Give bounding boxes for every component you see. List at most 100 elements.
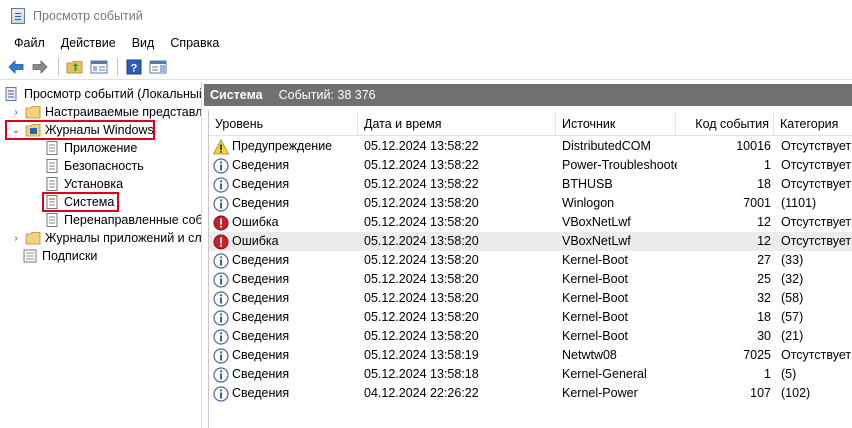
tree-item-subscriptions[interactable]: Подписки (22, 247, 97, 265)
pane-header: Система Событий: 38 376 (204, 84, 852, 106)
event-viewer-icon (5, 87, 17, 101)
tree-item-custom-views[interactable]: › Настраиваемые представления (10, 103, 202, 121)
tree-item-application[interactable]: Приложение (44, 139, 137, 157)
log-icon (46, 213, 58, 227)
table-row[interactable]: Сведения 05.12.2024 13:58:20 Kernel-Boot 27… (209, 251, 852, 270)
cell-category: (21) (781, 329, 804, 343)
show-hide-tree-icon (90, 60, 108, 73)
table-row[interactable]: Сведения 05.12.2024 13:58:20 Kernel-Boot 30… (209, 327, 852, 346)
column-header-level[interactable]: Уровень (209, 112, 358, 136)
log-icon (46, 159, 58, 173)
info-icon (213, 157, 229, 174)
table-row[interactable]: Сведения 05.12.2024 13:58:18 Kernel-Genera… (209, 365, 852, 384)
table-row[interactable]: Ошибка 05.12.2024 13:58:20 VBoxNetLwf 12 Отс… (209, 232, 852, 251)
forward-button[interactable] (29, 56, 51, 78)
tree-item-security[interactable]: Безопасность (44, 157, 144, 175)
info-icon (213, 366, 229, 383)
table-row[interactable]: Сведения 05.12.2024 13:58:20 Kernel-Boot 18… (209, 308, 852, 327)
menu-file[interactable]: Файл (6, 36, 53, 50)
info-icon (213, 347, 229, 364)
info-icon (213, 328, 229, 345)
tree-item-app-logs[interactable]: › Журналы приложений и служб (10, 229, 201, 247)
cell-category: Отсутствует (781, 158, 852, 172)
back-arrow-icon (8, 59, 24, 74)
cell-level: Сведения (213, 156, 359, 175)
column-header-category[interactable]: Категория (774, 112, 852, 136)
chevron-right-icon[interactable]: › (10, 232, 22, 244)
cell-category: Отсутствует (781, 139, 852, 153)
cell-event-id: 7001 (743, 196, 771, 210)
table-row[interactable]: Сведения 05.12.2024 13:58:20 Winlogon 7001 (… (209, 194, 852, 213)
table-row[interactable]: Ошибка 05.12.2024 13:58:20 VBoxNetLwf 12 Отс… (209, 213, 852, 232)
table-row[interactable]: Сведения 05.12.2024 13:58:20 Kernel-Boot 25… (209, 270, 852, 289)
cell-source: Kernel-Boot (562, 291, 629, 305)
table-row[interactable]: Предупреждение 05.12.2024 13:58:22 Distrib… (209, 137, 852, 156)
action-pane-button[interactable] (147, 56, 169, 78)
cell-event-id: 1 (764, 367, 771, 381)
level-text: Ошибка (232, 234, 279, 248)
up-button[interactable] (64, 56, 86, 78)
tree-item-label: Безопасность (64, 159, 144, 173)
cell-event-id: 12 (757, 234, 771, 248)
cell-date: 05.12.2024 13:58:22 (364, 139, 479, 153)
info-icon (213, 385, 229, 402)
tree-item-label: Подписки (42, 249, 98, 263)
tree-item-label: Настраиваемые представления (45, 105, 202, 119)
cell-level: Предупреждение (213, 137, 359, 156)
cell-event-id: 10016 (736, 139, 771, 153)
menu-help[interactable]: Справка (162, 36, 227, 50)
tree-item-setup[interactable]: Установка (44, 175, 123, 193)
column-header-event-id[interactable]: Код события (676, 112, 774, 136)
tree-item-forwarded[interactable]: Перенаправленные события (44, 211, 202, 229)
back-button[interactable] (5, 56, 27, 78)
cell-date: 05.12.2024 13:58:18 (364, 367, 479, 381)
info-icon (213, 195, 229, 212)
folder-up-icon (66, 60, 83, 73)
level-text: Сведения (232, 310, 290, 324)
level-text: Сведения (232, 253, 290, 267)
forward-arrow-icon (32, 59, 48, 74)
tree-item-label: Перенаправленные события (64, 213, 202, 227)
cell-source: VBoxNetLwf (562, 234, 631, 248)
cell-date: 05.12.2024 13:58:22 (364, 158, 479, 172)
help-button[interactable]: ? (123, 56, 145, 78)
cell-event-id: 12 (757, 215, 771, 229)
cell-date: 05.12.2024 13:58:20 (364, 253, 479, 267)
column-header-date[interactable]: Дата и время (358, 112, 556, 136)
cell-category: (57) (781, 310, 804, 324)
cell-level: Сведения (213, 251, 359, 270)
table-row[interactable]: Сведения 05.12.2024 13:58:19 Netwtw08 7025 О… (209, 346, 852, 365)
cell-source: Kernel-Boot (562, 329, 629, 343)
table-row[interactable]: Сведения 04.12.2024 22:26:22 Kernel-Power 1… (209, 384, 852, 403)
log-icon (46, 141, 58, 155)
cell-source: Winlogon (562, 196, 615, 210)
level-text: Сведения (232, 177, 290, 191)
table-row[interactable]: Сведения 05.12.2024 13:58:22 BTHUSB 18 Отсут… (209, 175, 852, 194)
toolbar-separator (117, 57, 118, 76)
info-icon (213, 271, 229, 288)
cell-date: 05.12.2024 13:58:19 (364, 348, 479, 362)
chevron-right-icon[interactable]: › (10, 106, 22, 118)
cell-source: BTHUSB (562, 177, 613, 191)
menu-view[interactable]: Вид (124, 36, 163, 50)
cell-date: 05.12.2024 13:58:20 (364, 329, 479, 343)
cell-category: (102) (781, 386, 811, 400)
column-header-source[interactable]: Источник (556, 112, 676, 136)
table-row[interactable]: Сведения 05.12.2024 13:58:20 Kernel-Boot 32… (209, 289, 852, 308)
menu-action[interactable]: Действие (53, 36, 124, 50)
cell-source: Kernel-Boot (562, 310, 629, 324)
cell-category: (33) (781, 253, 804, 267)
level-text: Предупреждение (232, 139, 333, 153)
cell-category: (58) (781, 291, 804, 305)
cell-source: VBoxNetLwf (562, 215, 631, 229)
cell-category: (5) (781, 367, 797, 381)
show-hide-tree-button[interactable] (88, 56, 110, 78)
cell-event-id: 18 (757, 177, 771, 191)
toolbar-separator (58, 57, 59, 76)
cell-level: Сведения (213, 289, 359, 308)
cell-date: 05.12.2024 13:58:20 (364, 272, 479, 286)
cell-date: 04.12.2024 22:26:22 (364, 386, 479, 400)
tree-item-root[interactable]: Просмотр событий (Локальный) (4, 85, 201, 103)
highlight-system (42, 192, 119, 212)
table-row[interactable]: Сведения 05.12.2024 13:58:22 Power-Trouble… (209, 156, 852, 175)
